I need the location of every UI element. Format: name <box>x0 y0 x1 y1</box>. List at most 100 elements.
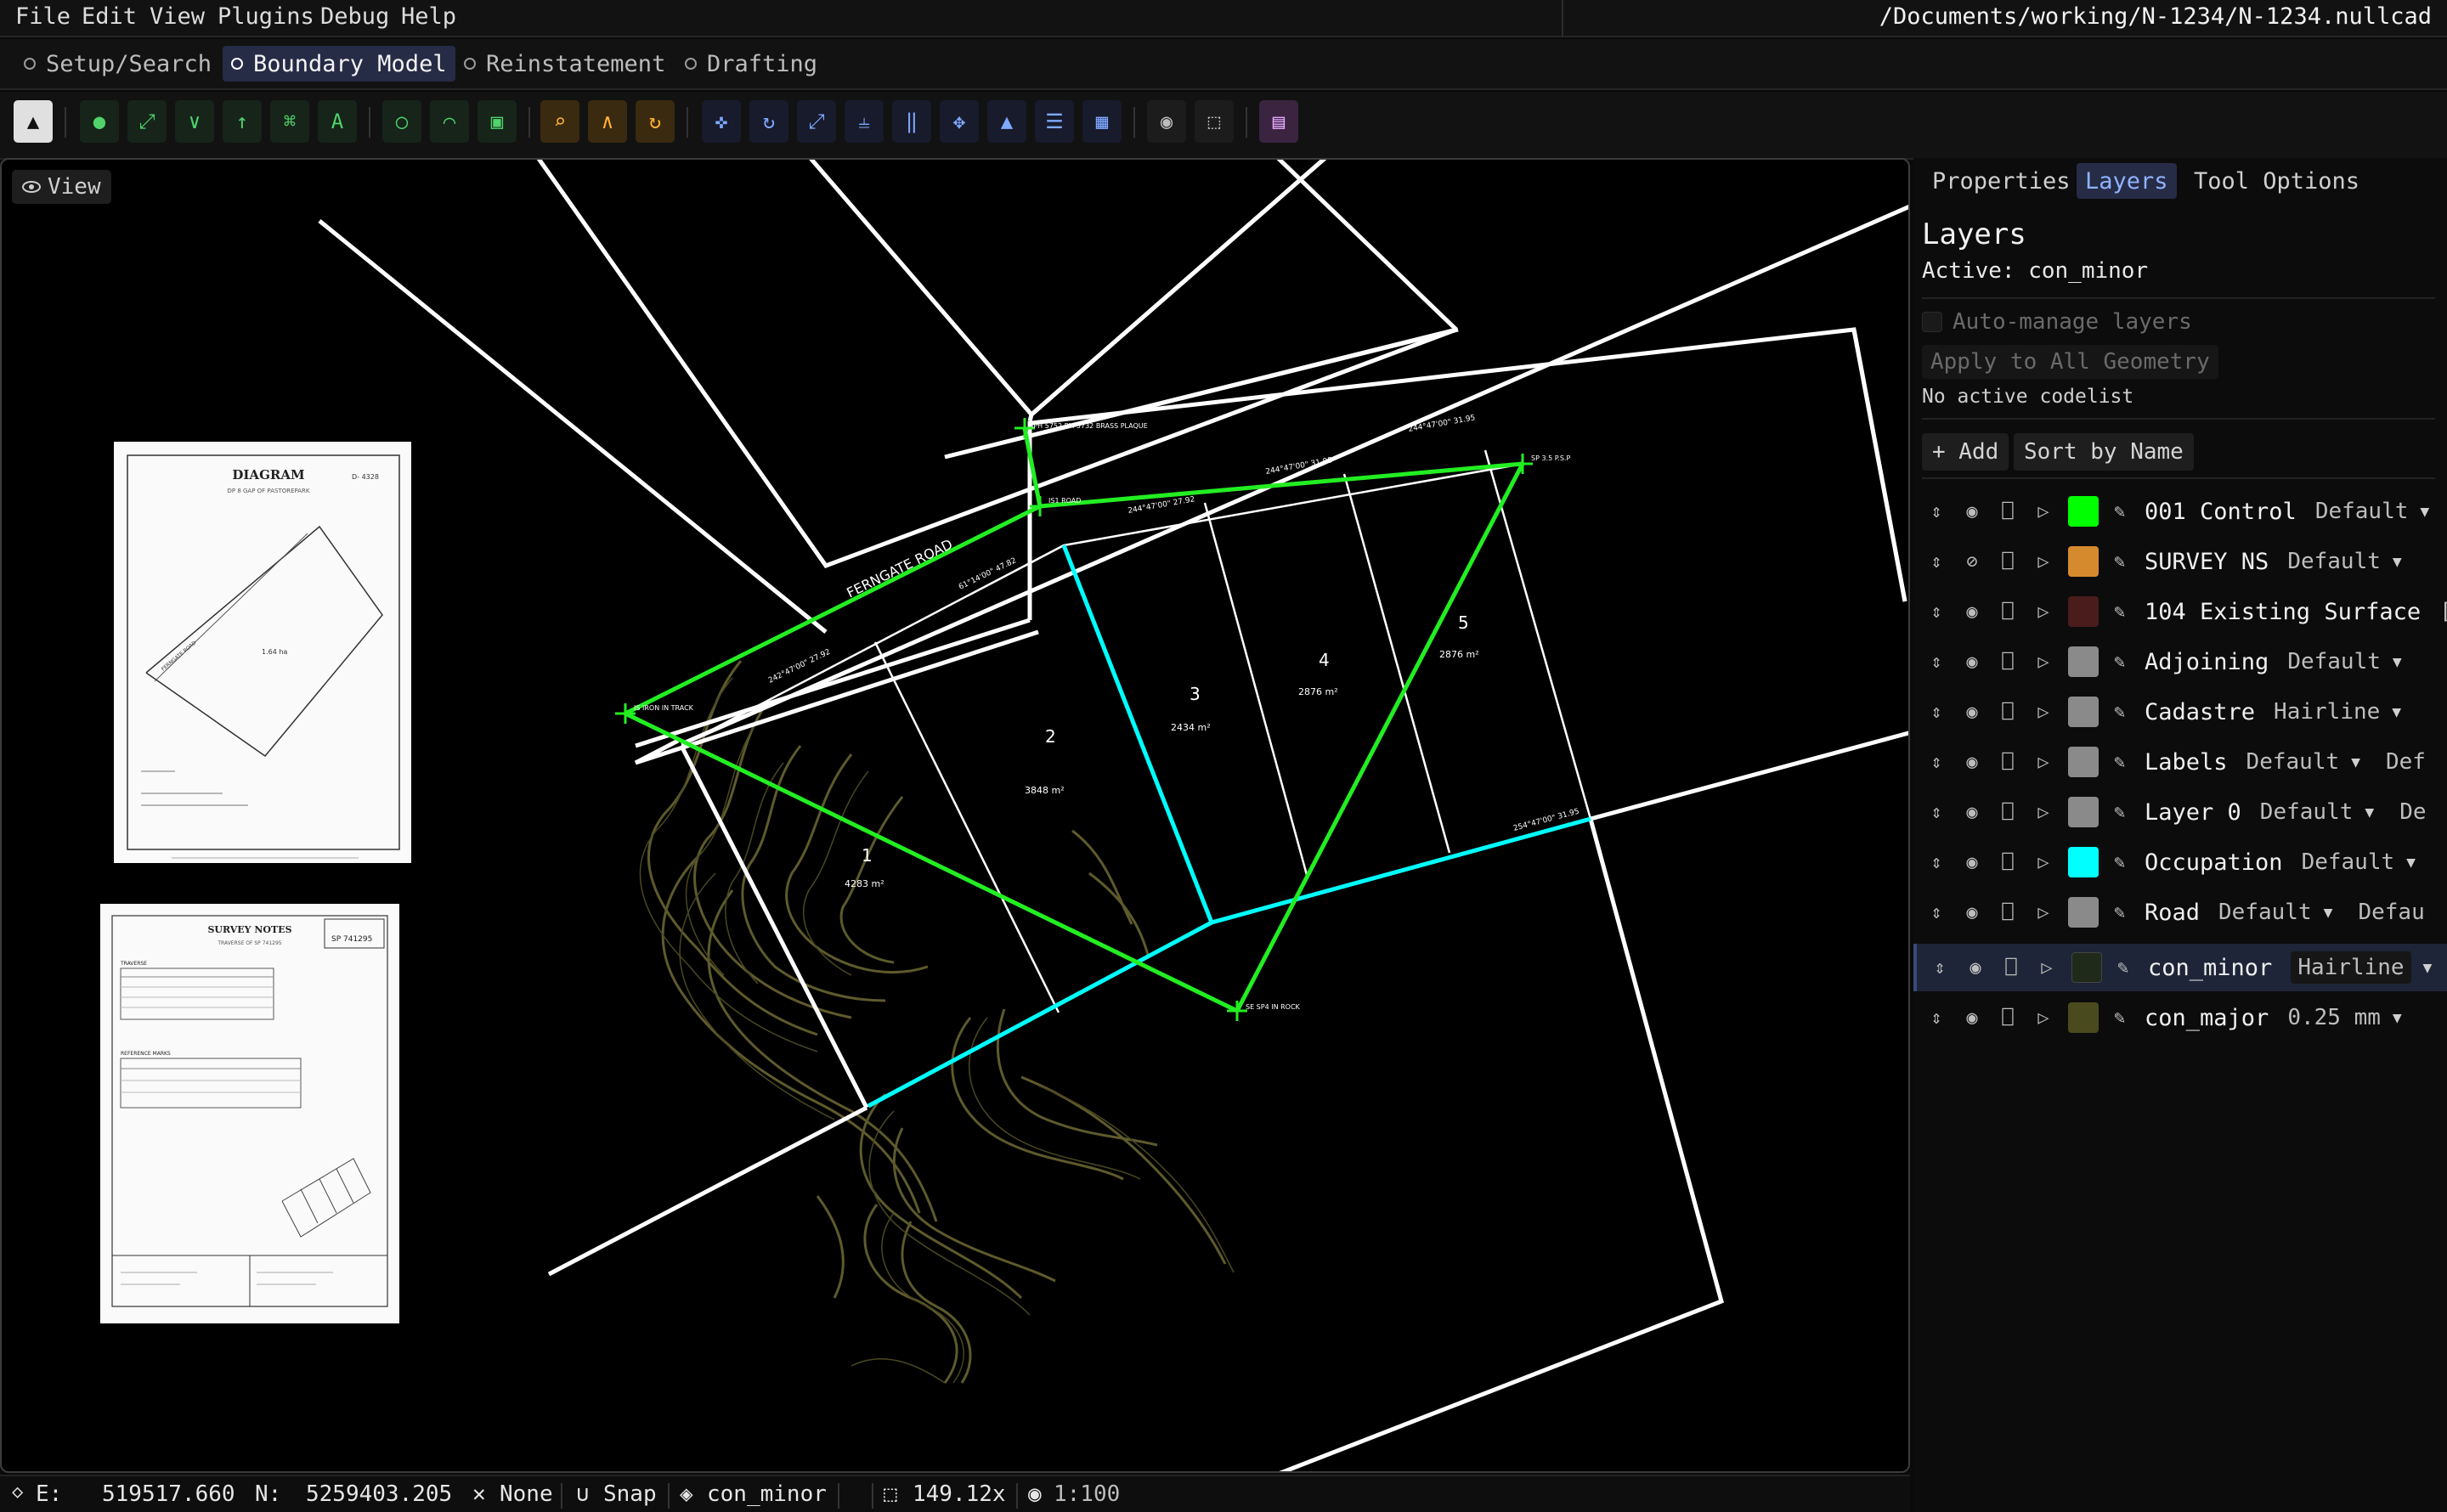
document-icon[interactable]: ☰ <box>1035 100 1074 143</box>
lock-icon[interactable]: ⎕ <box>1995 649 2020 674</box>
scale-icon[interactable]: ⤢ <box>797 100 836 143</box>
line-style-select[interactable]: Default <box>2315 499 2409 524</box>
line-style-select[interactable]: Default <box>2287 549 2381 574</box>
tag-icon[interactable]: ▷ <box>2031 849 2056 875</box>
edit-icon[interactable]: ✎ <box>2114 551 2134 573</box>
arc-icon[interactable]: ⌒ <box>430 100 469 143</box>
edit-icon[interactable]: ✎ <box>2114 802 2134 823</box>
edit-icon[interactable]: ✎ <box>2114 902 2134 923</box>
tab-properties[interactable]: Properties <box>1924 163 2079 199</box>
line-style-select[interactable]: [ <box>2439 599 2447 624</box>
tag-icon[interactable]: ▷ <box>2031 1005 2056 1030</box>
camera-icon[interactable]: ◉ <box>1147 100 1186 143</box>
reorder-handle-icon[interactable]: ⇕ <box>1924 649 1949 674</box>
tab-boundary-model[interactable]: Boundary Model <box>223 46 455 82</box>
reorder-handle-icon[interactable]: ⇕ <box>1924 699 1949 725</box>
layer-row[interactable]: ⇕ ⊘ ⎕ ▷ ✎ SURVEY NS Default ▼ <box>1913 538 2447 585</box>
reorder-handle-icon[interactable]: ⇕ <box>1927 955 1953 980</box>
arrow-icon[interactable]: ↑ <box>223 100 262 143</box>
edit-icon[interactable]: ✎ <box>2117 957 2138 979</box>
visibility-eye-icon[interactable]: ◉ <box>1959 499 1985 524</box>
polyline-icon[interactable]: ∨ <box>175 100 214 143</box>
parallel-icon[interactable]: ‖ <box>892 100 931 143</box>
rotate-icon[interactable]: ↻ <box>749 100 788 143</box>
edit-icon[interactable]: ✎ <box>2114 852 2134 873</box>
auto-manage-checkbox[interactable]: Auto-manage layers <box>1922 309 2192 335</box>
layer-color-swatch[interactable] <box>2068 897 2099 928</box>
edit-icon[interactable]: ✎ <box>2114 752 2134 773</box>
chevron-down-icon[interactable]: ▼ <box>2423 959 2433 977</box>
chat-icon[interactable]: ▤ <box>1259 100 1298 143</box>
layer-row[interactable]: ⇕ ◉ ⎕ ▷ ✎ Occupation Default ▼ <box>1913 838 2447 886</box>
lock-icon[interactable]: ⎕ <box>1995 499 2020 524</box>
layer-color-swatch[interactable] <box>2068 747 2099 777</box>
lock-icon[interactable]: ⎕ <box>1995 799 2020 825</box>
edit-icon[interactable]: ✎ <box>2114 702 2134 723</box>
edit-icon[interactable]: ✎ <box>2114 652 2134 673</box>
visibility-hidden-icon[interactable]: ⊘ <box>1959 549 1985 574</box>
menu-help[interactable]: Help <box>401 3 456 30</box>
move-icon[interactable]: ✜ <box>702 100 741 143</box>
layer-extra-style[interactable]: Def <box>2386 749 2426 775</box>
visibility-eye-icon[interactable]: ◉ <box>1959 1005 1985 1030</box>
menu-plugins[interactable]: Plugins <box>218 3 314 30</box>
reorder-handle-icon[interactable]: ⇕ <box>1924 849 1949 875</box>
tab-reinstatement[interactable]: Reinstatement <box>455 46 674 82</box>
lock-icon[interactable]: ⎕ <box>1995 849 2020 875</box>
chevron-down-icon[interactable]: ▼ <box>2351 753 2360 771</box>
layer-color-swatch[interactable] <box>2068 596 2099 627</box>
diagram-document[interactable]: DIAGRAM DP 8 GAP OF PASTOREPARK D- 4328 … <box>114 442 411 863</box>
chevron-down-icon[interactable]: ▼ <box>2420 503 2429 521</box>
tag-icon[interactable]: ▷ <box>2034 955 2060 980</box>
tag-icon[interactable]: ▷ <box>2031 900 2056 925</box>
visibility-eye-icon[interactable]: ◉ <box>1959 699 1985 725</box>
tab-drafting[interactable]: Drafting <box>676 46 826 82</box>
traverse-icon[interactable]: ↻ <box>636 100 675 143</box>
reorder-handle-icon[interactable]: ⇕ <box>1924 599 1949 624</box>
layer-row[interactable]: ⇕ ◉ ⎕ ▷ ✎ con_minor Hairline ▼ <box>1913 944 2447 991</box>
drawing-canvas[interactable]: FERNGATE ROAD 2 1 3 4 5 3848 m² 4283 m² … <box>2 160 1910 1473</box>
visibility-eye-icon[interactable]: ◉ <box>1959 799 1985 825</box>
reorder-handle-icon[interactable]: ⇕ <box>1924 749 1949 775</box>
pan-icon[interactable]: ✥ <box>940 100 979 143</box>
reorder-handle-icon[interactable]: ⇕ <box>1924 1005 1949 1030</box>
line-style-select[interactable]: Hairline <box>2274 699 2380 725</box>
apply-all-button[interactable]: Apply to All Geometry <box>1922 345 2218 379</box>
rectangle-icon[interactable]: ▣ <box>478 100 517 143</box>
menu-file[interactable]: File <box>15 3 71 30</box>
point-icon[interactable]: ● <box>80 100 119 143</box>
tag-icon[interactable]: ▷ <box>2031 549 2056 574</box>
lock-icon[interactable]: ⎕ <box>1995 599 2020 624</box>
survey-notes-document[interactable]: SURVEY NOTES TRAVERSE OF SP 741295 SP 74… <box>100 904 399 1323</box>
angle-icon[interactable]: ∧ <box>588 100 627 143</box>
line-style-select[interactable]: 0.25 mm <box>2287 1005 2381 1030</box>
chevron-down-icon[interactable]: ▼ <box>2365 804 2374 821</box>
line-icon[interactable]: ⤢ <box>127 100 167 143</box>
lock-icon[interactable]: ⎕ <box>1998 955 2024 980</box>
edit-icon[interactable]: ✎ <box>2114 501 2134 522</box>
layer-row[interactable]: ⇕ ◉ ⎕ ▷ ✎ 104 Existing Surface [ <box>1913 588 2447 635</box>
lock-icon[interactable]: ⎕ <box>1995 900 2020 925</box>
circle-icon[interactable]: ○ <box>382 100 421 143</box>
line-style-select[interactable]: Default <box>2260 799 2354 825</box>
terrain-icon[interactable]: ▲ <box>987 100 1026 143</box>
reorder-handle-icon[interactable]: ⇕ <box>1924 900 1949 925</box>
layer-color-swatch[interactable] <box>2068 697 2099 727</box>
chevron-down-icon[interactable]: ▼ <box>2393 553 2402 571</box>
edit-icon[interactable]: ✎ <box>2114 1007 2134 1029</box>
line-style-select[interactable]: Hairline <box>2291 951 2411 984</box>
layer-row[interactable]: ⇕ ◉ ⎕ ▷ ✎ Layer 0 Default ▼ De <box>1913 788 2447 836</box>
layer-color-swatch[interactable] <box>2071 952 2102 983</box>
grid-icon[interactable]: ▦ <box>1082 100 1122 143</box>
zoom-extent-icon[interactable]: ⬚ <box>1195 100 1234 143</box>
chevron-down-icon[interactable]: ▼ <box>2393 653 2402 671</box>
tag-icon[interactable]: ▷ <box>2031 799 2056 825</box>
reorder-handle-icon[interactable]: ⇕ <box>1924 549 1949 574</box>
tag-icon[interactable]: ▷ <box>2031 499 2056 524</box>
tag-icon[interactable]: ▷ <box>2031 699 2056 725</box>
chevron-down-icon[interactable]: ▼ <box>2324 904 2333 922</box>
lock-icon[interactable]: ⎕ <box>1995 699 2020 725</box>
chevron-down-icon[interactable]: ▼ <box>2406 854 2416 872</box>
layer-color-swatch[interactable] <box>2068 1002 2099 1033</box>
visibility-eye-icon[interactable]: ◉ <box>1959 649 1985 674</box>
